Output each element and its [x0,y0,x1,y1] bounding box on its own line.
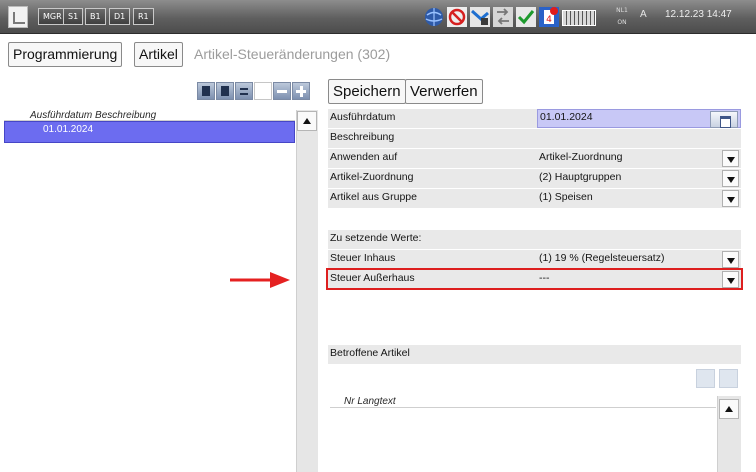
alert-badge: 4 [546,15,552,25]
new-document-icon[interactable] [254,82,272,100]
field-steuer-inhaus[interactable]: Steuer Inhaus (1) 19 % (Regelsteuersatz) [328,250,741,269]
section-label: Zu setzende Werte: [330,232,422,244]
list-item-date: 01.01.2024 [43,124,94,135]
affected-list-header-label: Nr Langtext [344,396,396,407]
date-value: 01.01.2024 [540,111,593,123]
field-label: Artikel aus Gruppe [330,191,417,203]
discard-button[interactable]: Verwerfen [405,79,483,104]
section-betroffene-artikel: Betroffene Artikel [328,345,741,364]
field-label: Ausführdatum [330,111,396,123]
a-indicator: A [640,9,647,20]
field-value: (1) 19 % (Regelsteuersatz) [539,252,665,264]
breadcrumb-programmierung[interactable]: Programmierung [8,42,123,67]
nl-label: NL1 [616,7,628,14]
remove-article-icon[interactable] [696,369,715,388]
field-anwenden-auf[interactable]: Anwenden auf Artikel-Zuordnung [328,149,741,168]
chevron-down-icon[interactable] [722,251,739,268]
move-down-icon[interactable] [197,82,215,100]
nl-state: ON [617,19,627,26]
date-input[interactable]: 01.01.2024 [537,109,741,128]
field-ausfuehrdatum: Ausführdatum 01.01.2024 [328,109,741,128]
field-label: Steuer Inhaus [330,252,396,264]
left-list-header-label: Ausführdatum Beschreibung [30,110,157,121]
field-artikel-zuordnung[interactable]: Artikel-Zuordnung (2) Hauptgruppen [328,169,741,188]
field-artikel-aus-gruppe[interactable]: Artikel aus Gruppe (1) Speisen [328,189,741,208]
b1-button[interactable]: B1 [85,8,106,25]
clock: 12.12.23 14:47 [665,9,732,20]
chevron-down-icon[interactable] [722,190,739,207]
left-list-header: Ausführdatum Beschreibung [4,110,295,121]
transfer-icon[interactable] [492,6,514,28]
scroll-up-button[interactable] [719,399,739,419]
globe-icon[interactable] [423,6,445,28]
field-value: Artikel-Zuordnung [539,151,623,163]
arrow-annotation-icon [230,272,290,288]
section-zu-setzende-werte: Zu setzende Werte: [328,230,741,249]
list-item-selected[interactable]: 01.01.2024 [4,121,295,143]
field-value: (2) Hauptgruppen [539,171,622,183]
breadcrumb-current-page: Artikel-Steueränderungen (302) [194,46,391,62]
field-label: Anwenden auf [330,151,398,163]
section-label: Betroffene Artikel [330,347,410,359]
add-article-icon[interactable] [719,369,738,388]
save-button[interactable]: Speichern [328,79,406,104]
chevron-down-icon[interactable] [722,170,739,187]
s1-button[interactable]: S1 [63,8,84,25]
calendar-icon[interactable] [710,111,738,128]
no-entry-icon[interactable] [446,6,468,28]
breadcrumb-artikel[interactable]: Artikel [134,42,183,67]
affected-list-scrollbar[interactable] [717,396,741,472]
add-icon[interactable] [292,82,310,100]
network-icon[interactable] [469,6,491,28]
list-icon[interactable] [235,82,253,100]
highlight-box [326,268,743,290]
left-list-scrollbar[interactable] [296,110,318,472]
scroll-up-button[interactable] [297,111,317,131]
checkmark-icon[interactable] [515,6,537,28]
r1-button[interactable]: R1 [133,8,154,25]
top-status-bar: MGR S1 B1 D1 R1 4 NL1 ON A 12.12.23 14:4… [0,0,756,34]
remove-icon[interactable] [273,82,291,100]
chevron-down-icon[interactable] [722,150,739,167]
description-input[interactable] [537,129,741,148]
field-beschreibung: Beschreibung [328,129,741,148]
field-label: Artikel-Zuordnung [330,171,414,183]
affected-list-header: Nr Langtext [330,396,716,408]
nl-indicator: NL1 ON [611,5,633,29]
app-logo-icon[interactable] [8,6,28,28]
move-up-icon[interactable] [216,82,234,100]
field-label: Beschreibung [330,131,395,143]
alert-icon[interactable]: 4 [538,6,560,28]
keyboard-icon[interactable] [562,10,596,26]
field-value: (1) Speisen [539,191,593,203]
d1-button[interactable]: D1 [109,8,131,25]
